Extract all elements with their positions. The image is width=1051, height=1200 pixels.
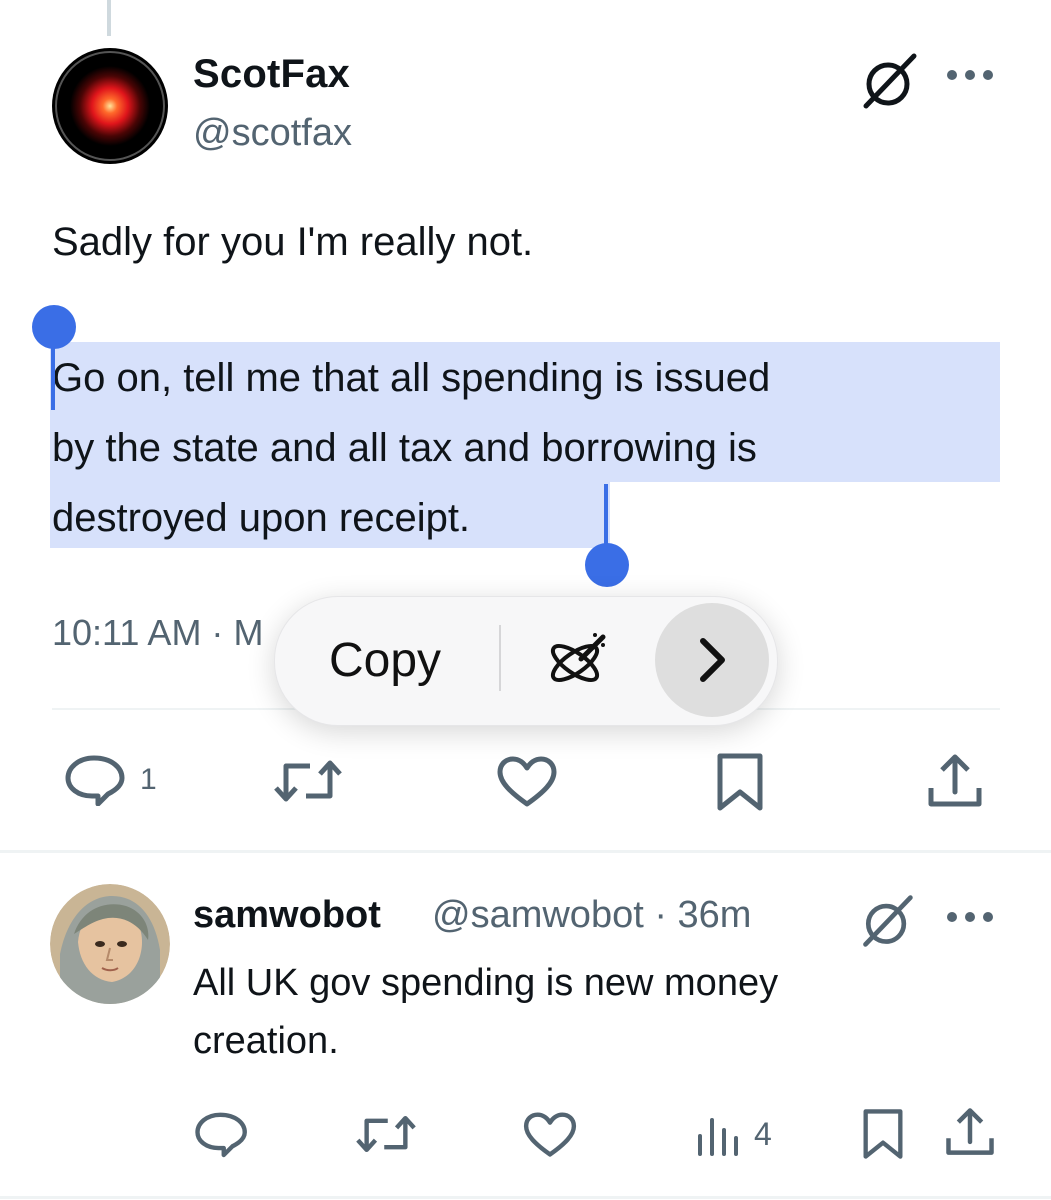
tweet-timestamp[interactable]: 10:11 AM · M [52, 612, 263, 654]
menu-next-button[interactable] [655, 603, 769, 717]
retweet-icon[interactable] [354, 1112, 418, 1161]
selection-end-caret [604, 484, 608, 548]
copy-button[interactable]: Copy [329, 633, 441, 688]
timestamp-clip: M [233, 612, 264, 653]
more-icon[interactable] [942, 902, 998, 932]
reply-icon[interactable] [64, 754, 128, 811]
reply-count: 1 [140, 763, 157, 796]
timestamp-text: 10:11 AM · [52, 612, 234, 653]
reply-text-line: All UK gov spending is new money [193, 962, 779, 1004]
share-icon[interactable] [926, 752, 984, 815]
reply-author-name[interactable]: samwobot [193, 894, 381, 937]
retweet-icon[interactable] [272, 756, 344, 811]
more-icon[interactable] [942, 60, 998, 90]
reply-author-handle[interactable]: @samwobot · 36m [432, 894, 751, 937]
thread-divider [0, 850, 1051, 853]
share-icon[interactable] [944, 1106, 996, 1163]
grok-icon[interactable] [858, 892, 916, 950]
views-count: 4 [754, 1116, 772, 1152]
selection-end-handle[interactable] [585, 543, 629, 587]
reply-author-avatar[interactable] [50, 884, 170, 1004]
tweet-text-line: Sadly for you I'm really not. [52, 220, 534, 264]
like-icon[interactable] [496, 756, 558, 813]
bookmark-icon[interactable] [860, 1108, 906, 1165]
views-icon[interactable] [694, 1114, 742, 1161]
bookmark-icon[interactable] [714, 752, 766, 817]
tweet-selected-text[interactable]: by the state and all tax and borrowing i… [52, 428, 757, 468]
writing-tools-icon[interactable] [545, 629, 609, 693]
grok-icon[interactable] [858, 50, 920, 112]
author-name[interactable]: ScotFax [193, 52, 350, 97]
author-avatar[interactable] [52, 48, 168, 164]
reply-icon[interactable] [194, 1110, 250, 1163]
reply-text-line: creation. [193, 1020, 339, 1062]
thread-connector-line [107, 0, 111, 36]
chevron-right-icon [700, 638, 725, 682]
bottom-divider [0, 1196, 1051, 1199]
menu-separator [499, 625, 501, 691]
author-handle[interactable]: @scotfax [193, 112, 352, 155]
tweet-selected-text[interactable]: Go on, tell me that all spending is issu… [52, 358, 770, 398]
selection-start-caret [51, 340, 55, 410]
tweet-selected-text[interactable]: destroyed upon receipt. [52, 498, 470, 538]
text-selection-menu: Copy [274, 596, 778, 726]
like-icon[interactable] [522, 1112, 578, 1163]
